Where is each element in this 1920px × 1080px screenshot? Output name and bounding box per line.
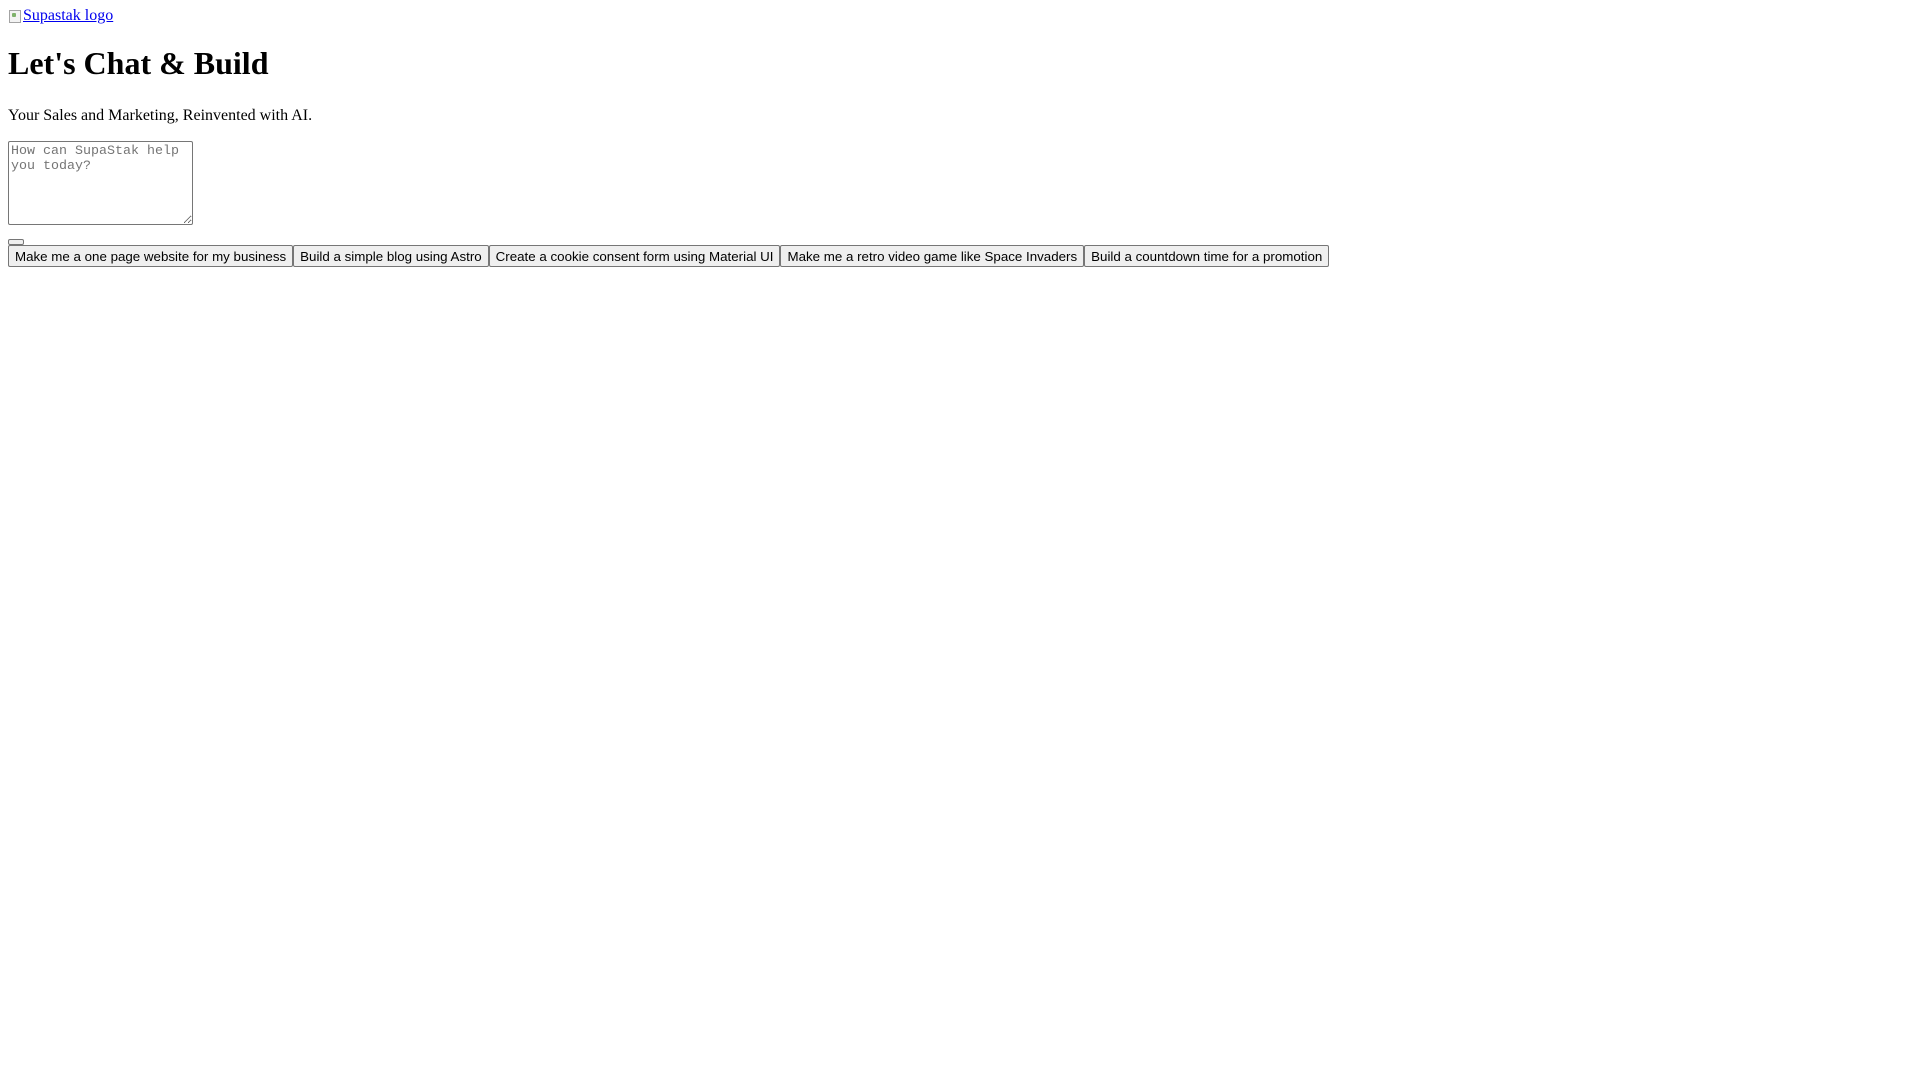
logo-alt-text: Supastak logo: [23, 7, 114, 24]
suggestion-button[interactable]: Build a countdown time for a promotion: [1084, 245, 1330, 267]
broken-image-icon: [8, 8, 22, 24]
logo-link[interactable]: Supastak logo: [8, 7, 113, 25]
suggestion-button[interactable]: Make me a retro video game like Space In…: [780, 245, 1085, 267]
page-subtitle: Your Sales and Marketing, Reinvented wit…: [8, 107, 313, 124]
suggestion-list: Make me a one page website for my busine…: [8, 245, 1330, 267]
page-title: Let's Chat & Build: [8, 45, 269, 81]
suggestion-button[interactable]: Create a cookie consent form using Mater…: [488, 245, 781, 267]
suggestion-button[interactable]: Make me a one page website for my busine…: [8, 245, 294, 267]
suggestion-button[interactable]: Build a simple blog using Astro: [293, 245, 489, 267]
prompt-input[interactable]: [8, 141, 193, 225]
